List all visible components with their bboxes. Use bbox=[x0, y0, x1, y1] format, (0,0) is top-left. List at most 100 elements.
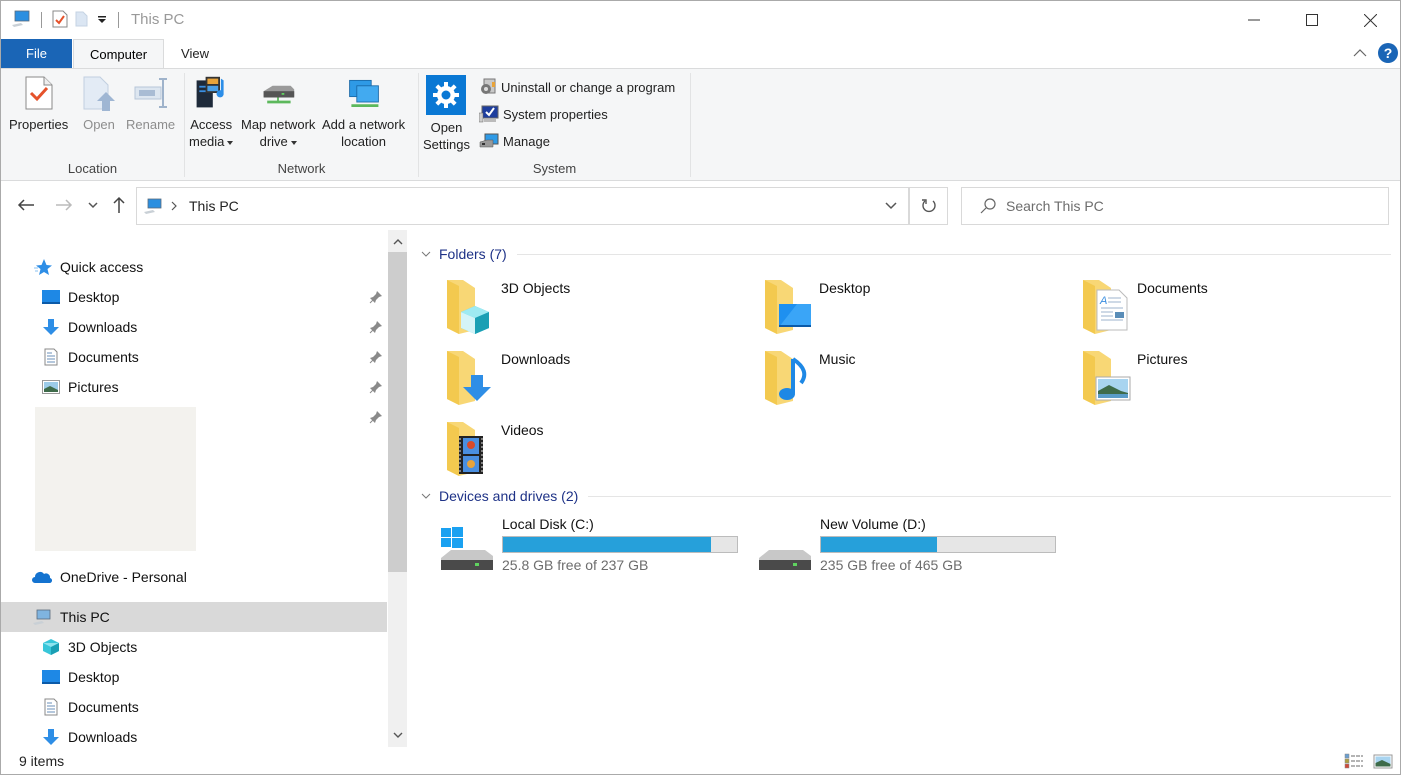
access-media-button[interactable]: Access media bbox=[189, 75, 234, 150]
map-network-drive-button[interactable]: Map network drive bbox=[241, 75, 315, 150]
nav-item-label: Pictures bbox=[68, 379, 119, 395]
chevron-down-icon bbox=[421, 251, 431, 257]
open-label: Open bbox=[83, 117, 115, 132]
desktop-icon bbox=[42, 668, 60, 686]
nav-item-downloads[interactable]: Downloads bbox=[1, 312, 387, 342]
ribbon-group-location: Properties Open Rename Location bbox=[1, 69, 184, 180]
help-button[interactable]: ? bbox=[1378, 43, 1398, 63]
folder-name: Downloads bbox=[501, 351, 571, 367]
qat-separator bbox=[41, 12, 42, 28]
minimize-button[interactable] bbox=[1225, 1, 1283, 39]
nav-pane-scrollbar[interactable] bbox=[388, 230, 407, 747]
uninstall-program-button[interactable]: Uninstall or change a program bbox=[479, 76, 675, 98]
new-folder-icon[interactable] bbox=[74, 10, 90, 31]
music-folder-icon bbox=[765, 351, 807, 405]
this-pc-icon[interactable] bbox=[11, 10, 31, 31]
address-history-dropdown[interactable] bbox=[872, 187, 909, 225]
system-properties-button[interactable]: System properties bbox=[479, 103, 608, 125]
map-network-drive-label: Map network drive bbox=[241, 117, 316, 149]
nav-item-desktop[interactable]: Desktop bbox=[1, 662, 387, 692]
up-button[interactable] bbox=[108, 194, 130, 216]
content-area: Folders (7) 3D Objects Desktop A Documen… bbox=[411, 230, 1400, 747]
maximize-button[interactable] bbox=[1283, 1, 1341, 39]
ribbon: Properties Open Rename Location Access m… bbox=[1, 68, 1400, 181]
folder-item-videos[interactable]: Videos bbox=[445, 420, 745, 482]
close-button[interactable] bbox=[1341, 1, 1399, 39]
scroll-down-button[interactable] bbox=[388, 725, 407, 745]
nav-item-quick-access[interactable]: Quick access bbox=[1, 252, 387, 282]
map-network-drive-icon bbox=[260, 75, 296, 111]
nav-item-desktop[interactable]: Desktop bbox=[1, 282, 387, 312]
folder-item-music[interactable]: Music bbox=[763, 349, 1063, 411]
search-input[interactable] bbox=[1006, 198, 1366, 214]
pin-icon[interactable] bbox=[369, 380, 383, 394]
search-box[interactable] bbox=[961, 187, 1389, 225]
refresh-button[interactable] bbox=[909, 187, 948, 225]
nav-item-label: Desktop bbox=[68, 289, 120, 305]
nav-item-pictures[interactable]: Pictures bbox=[1, 372, 387, 402]
pin-icon[interactable] bbox=[369, 290, 383, 304]
nav-item-3d-objects[interactable]: 3D Objects bbox=[1, 632, 387, 662]
folders-section-header[interactable]: Folders (7) bbox=[421, 244, 1391, 264]
address-bar[interactable]: This PC bbox=[136, 187, 909, 225]
open-settings-button[interactable]: Open Settings bbox=[423, 75, 470, 153]
pin-icon[interactable] bbox=[369, 350, 383, 364]
drive-free-space: 235 GB free of 465 GB bbox=[820, 557, 963, 573]
large-icons-view-button[interactable] bbox=[1373, 752, 1393, 770]
drives-section-header[interactable]: Devices and drives (2) bbox=[421, 486, 1391, 506]
tab-file[interactable]: File bbox=[1, 39, 72, 68]
folder-item-3d-objects[interactable]: 3D Objects bbox=[445, 278, 745, 340]
close-icon bbox=[1363, 13, 1377, 27]
manage-button[interactable]: Manage bbox=[479, 130, 550, 152]
nav-item-label: OneDrive - Personal bbox=[60, 569, 187, 585]
back-button[interactable] bbox=[15, 194, 37, 216]
folder-item-downloads[interactable]: Downloads bbox=[445, 349, 745, 411]
title-bar: This PC bbox=[1, 1, 1400, 39]
recent-locations-button[interactable] bbox=[84, 194, 102, 216]
nav-item-documents[interactable]: Documents bbox=[1, 342, 387, 372]
hard-drive-icon bbox=[759, 550, 811, 570]
tab-computer[interactable]: Computer bbox=[73, 39, 164, 69]
refresh-icon bbox=[921, 199, 936, 213]
ribbon-tabs: File Computer View ? bbox=[1, 39, 1400, 69]
properties-button[interactable]: Properties bbox=[9, 75, 68, 133]
properties-icon[interactable] bbox=[52, 10, 68, 31]
3d-objects-icon bbox=[42, 638, 60, 656]
rename-button[interactable]: Rename bbox=[126, 75, 175, 133]
nav-item-label: Desktop bbox=[68, 669, 120, 685]
drive-usage-fill bbox=[503, 537, 712, 552]
dropdown-caret-icon bbox=[290, 140, 297, 145]
forward-button[interactable] bbox=[53, 194, 75, 216]
3d-objects-folder-icon bbox=[447, 280, 489, 334]
chevron-up-icon bbox=[393, 239, 402, 245]
collapse-ribbon-button[interactable] bbox=[1353, 45, 1371, 61]
drive-name: New Volume (D:) bbox=[820, 516, 926, 532]
drive-item-local-disk-c[interactable]: Local Disk (C:) 25.8 GB free of 237 GB bbox=[439, 516, 759, 578]
nav-item-documents[interactable]: Documents bbox=[1, 692, 387, 722]
folder-item-pictures[interactable]: Pictures bbox=[1081, 349, 1381, 411]
section-divider bbox=[588, 495, 1391, 497]
details-view-button[interactable] bbox=[1344, 752, 1364, 770]
nav-item-onedrive[interactable]: OneDrive - Personal bbox=[1, 562, 387, 592]
quick-access-star-icon bbox=[34, 258, 52, 276]
tab-view[interactable]: View bbox=[164, 39, 226, 68]
customize-dropdown-icon[interactable] bbox=[96, 12, 108, 28]
add-network-location-button[interactable]: Add a network location bbox=[322, 75, 405, 150]
folder-item-desktop[interactable]: Desktop bbox=[763, 278, 1063, 340]
drive-usage-bar bbox=[502, 536, 738, 553]
breadcrumb-this-pc[interactable]: This PC bbox=[189, 198, 239, 214]
pin-icon[interactable] bbox=[369, 320, 383, 334]
drive-item-new-volume-d[interactable]: New Volume (D:) 235 GB free of 465 GB bbox=[757, 516, 1077, 578]
pin-icon[interactable] bbox=[369, 410, 383, 424]
arrow-right-icon bbox=[56, 199, 73, 211]
folder-item-documents[interactable]: A Documents bbox=[1081, 278, 1381, 340]
breadcrumb-chevron-icon[interactable] bbox=[171, 201, 177, 211]
nav-item-label: Documents bbox=[68, 349, 139, 365]
group-label-location: Location bbox=[67, 161, 118, 176]
documents-icon bbox=[42, 698, 60, 716]
desktop-folder-icon bbox=[765, 280, 811, 334]
open-button[interactable]: Open bbox=[81, 75, 117, 133]
scroll-up-button[interactable] bbox=[388, 232, 407, 252]
nav-item-this-pc[interactable]: This PC bbox=[1, 602, 387, 632]
scrollbar-thumb[interactable] bbox=[388, 252, 407, 572]
